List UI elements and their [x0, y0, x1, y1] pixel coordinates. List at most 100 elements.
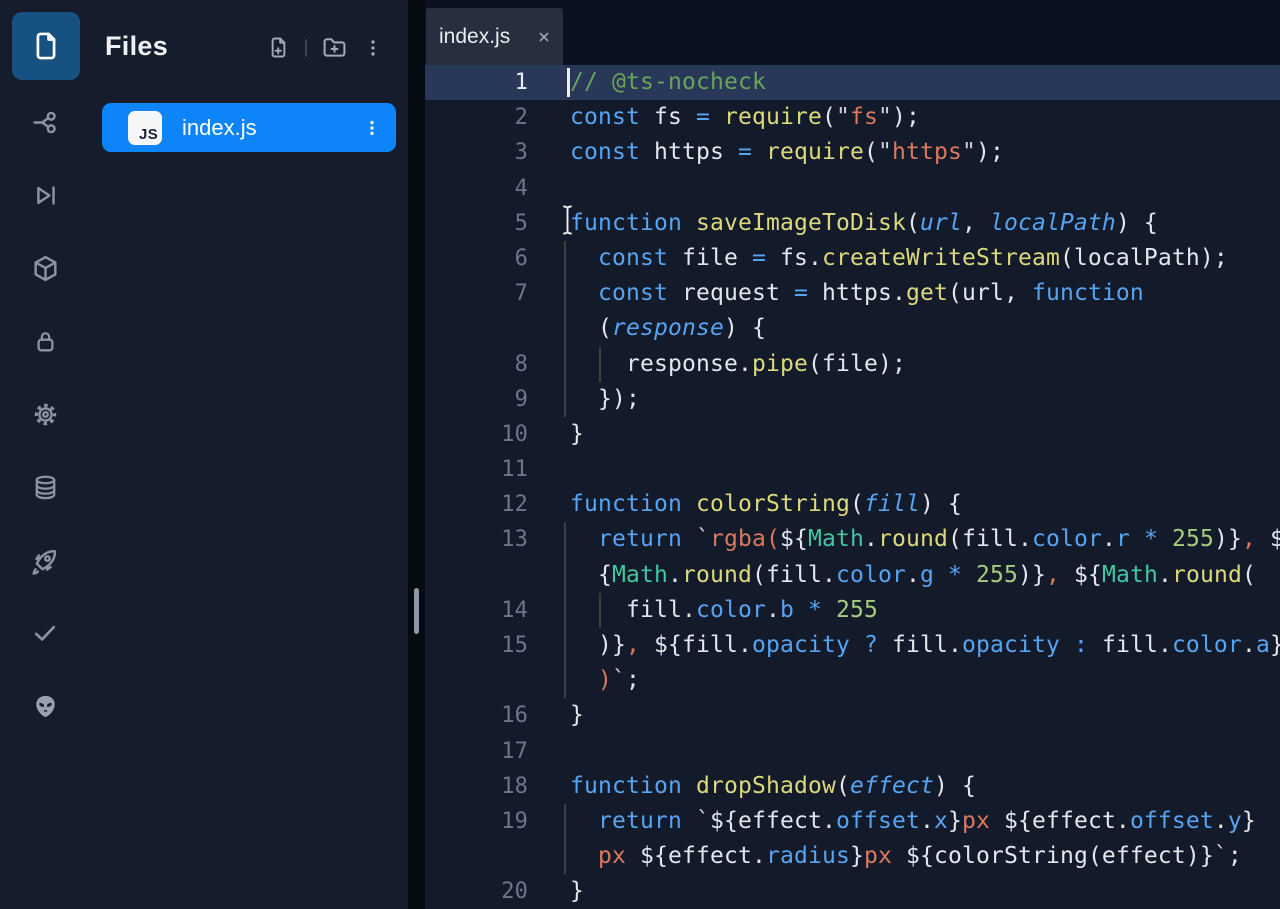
- line-number: 2: [425, 100, 528, 135]
- panel-menu-button[interactable]: [362, 35, 384, 61]
- panel-divider: [408, 0, 425, 909]
- database-icon: [31, 473, 60, 502]
- code-line-text: px ${effect.radius}px ${colorString(effe…: [425, 839, 1280, 874]
- code-row[interactable]: 2const fs = require("fs");: [425, 100, 1280, 135]
- skip-forward-icon: [30, 180, 61, 211]
- line-number: 20: [425, 874, 528, 909]
- sidebar-item-run[interactable]: [0, 177, 90, 213]
- gear-icon: [30, 399, 61, 430]
- line-number: 19: [425, 804, 528, 839]
- sidebar-item-secrets[interactable]: [0, 323, 90, 359]
- sidebar-item-database[interactable]: [0, 469, 90, 505]
- code-row[interactable]: )`;: [425, 663, 1280, 698]
- code-row[interactable]: 1// @ts-nocheck: [425, 65, 1280, 100]
- sidebar-item-checks[interactable]: [0, 615, 90, 651]
- code-row[interactable]: 8 response.pipe(file);: [425, 347, 1280, 382]
- code-row[interactable]: 14 fill.color.b * 255: [425, 593, 1280, 628]
- line-number: 4: [425, 171, 528, 206]
- code-row[interactable]: 3const https = require("https");: [425, 135, 1280, 170]
- icon-rail: [0, 0, 90, 909]
- line-number: 6: [425, 241, 528, 276]
- line-number: 12: [425, 487, 528, 522]
- code-row[interactable]: 15 )}, ${fill.opacity ? fill.opacity : f…: [425, 628, 1280, 663]
- code-row[interactable]: 16}: [425, 698, 1280, 733]
- indent-guide: [599, 593, 601, 628]
- add-file-icon: [265, 34, 292, 61]
- tab-index-js[interactable]: index.js: [426, 8, 563, 65]
- indent-guide: [564, 241, 566, 276]
- line-number: 11: [425, 452, 528, 487]
- line-number: 17: [425, 734, 528, 769]
- indent-guide: [564, 593, 566, 628]
- sidebar-item-extensions[interactable]: [0, 688, 90, 724]
- cube-icon: [30, 253, 61, 284]
- code-row[interactable]: px ${effect.radius}px ${colorString(effe…: [425, 839, 1280, 874]
- code-line-text: (response) {: [425, 311, 1280, 346]
- line-number: 16: [425, 698, 528, 733]
- indent-guide: [564, 663, 566, 698]
- code-line-text: const file = fs.createWriteStream(localP…: [425, 241, 1280, 276]
- close-icon: [537, 30, 551, 44]
- code-row[interactable]: 17: [425, 734, 1280, 769]
- indent-guide: [564, 804, 566, 839]
- code-line-text: fill.color.b * 255: [425, 593, 1280, 628]
- code-row[interactable]: 12function colorString(fill) {: [425, 487, 1280, 522]
- code-row[interactable]: 9 });: [425, 382, 1280, 417]
- code-row[interactable]: 13 return `rgba(${Math.round(fill.color.…: [425, 522, 1280, 557]
- files-panel-actions: [265, 33, 384, 62]
- indent-guide: [564, 839, 566, 874]
- file-menu-button[interactable]: [362, 116, 382, 140]
- sidebar-item-packages[interactable]: [0, 250, 90, 286]
- code-line-text: const https = require("https");: [425, 135, 1280, 170]
- add-folder-button[interactable]: [320, 33, 349, 62]
- code-row[interactable]: 11: [425, 452, 1280, 487]
- line-number: 14: [425, 593, 528, 628]
- line-number: 10: [425, 417, 528, 452]
- code-row[interactable]: 20}: [425, 874, 1280, 909]
- line-number: 1: [425, 65, 528, 100]
- code-row[interactable]: 5function saveImageToDisk(url, localPath…: [425, 206, 1280, 241]
- panel-resize-handle[interactable]: [414, 588, 419, 634]
- code-line-text: }: [425, 698, 1280, 733]
- code-row[interactable]: 19 return `${effect.offset.x}px ${effect…: [425, 804, 1280, 839]
- sidebar-item-files[interactable]: [12, 12, 80, 80]
- indent-guide: [564, 276, 566, 311]
- code-row[interactable]: (response) {: [425, 311, 1280, 346]
- javascript-file-icon: JS: [128, 111, 162, 145]
- sidebar-item-settings[interactable]: [0, 396, 90, 432]
- file-row-index-js[interactable]: JS index.js: [102, 103, 396, 152]
- sidebar-item-version-control[interactable]: [0, 104, 90, 140]
- files-panel-title: Files: [105, 31, 168, 62]
- tab-strip: index.js: [425, 0, 1280, 65]
- code-line-text: function saveImageToDisk(url, localPath)…: [425, 206, 1280, 241]
- code-row[interactable]: {Math.round(fill.color.g * 255)}, ${Math…: [425, 558, 1280, 593]
- sidebar-item-deploy[interactable]: [0, 542, 90, 578]
- check-icon: [31, 619, 59, 647]
- rocket-icon: [29, 544, 61, 576]
- add-file-button[interactable]: [265, 34, 292, 61]
- code-line-text: {Math.round(fill.color.g * 255)}, ${Math…: [425, 558, 1280, 593]
- line-number: 13: [425, 522, 528, 557]
- code-line-text: // @ts-nocheck: [425, 65, 1280, 100]
- code-row[interactable]: 7 const request = https.get(url, functio…: [425, 276, 1280, 311]
- kebab-icon: [362, 116, 382, 140]
- code-row[interactable]: 18function dropShadow(effect) {: [425, 769, 1280, 804]
- code-row[interactable]: 4: [425, 171, 1280, 206]
- lock-icon: [31, 327, 60, 356]
- indent-guide: [564, 522, 566, 557]
- code-line-text: function dropShadow(effect) {: [425, 769, 1280, 804]
- add-folder-icon: [320, 33, 349, 62]
- file-name: index.js: [182, 115, 257, 141]
- line-number: 18: [425, 769, 528, 804]
- code-line-text: function colorString(fill) {: [425, 487, 1280, 522]
- kebab-icon: [362, 35, 384, 61]
- code-row[interactable]: 6 const file = fs.createWriteStream(loca…: [425, 241, 1280, 276]
- code-line-text: const fs = require("fs");: [425, 100, 1280, 135]
- code-line-text: response.pipe(file);: [425, 347, 1280, 382]
- line-number: 15: [425, 628, 528, 663]
- indent-guide: [564, 347, 566, 382]
- code-row[interactable]: 10}: [425, 417, 1280, 452]
- code-line-text: return `${effect.offset.x}px ${effect.of…: [425, 804, 1280, 839]
- tab-close-button[interactable]: [537, 30, 551, 44]
- code-line-text: });: [425, 382, 1280, 417]
